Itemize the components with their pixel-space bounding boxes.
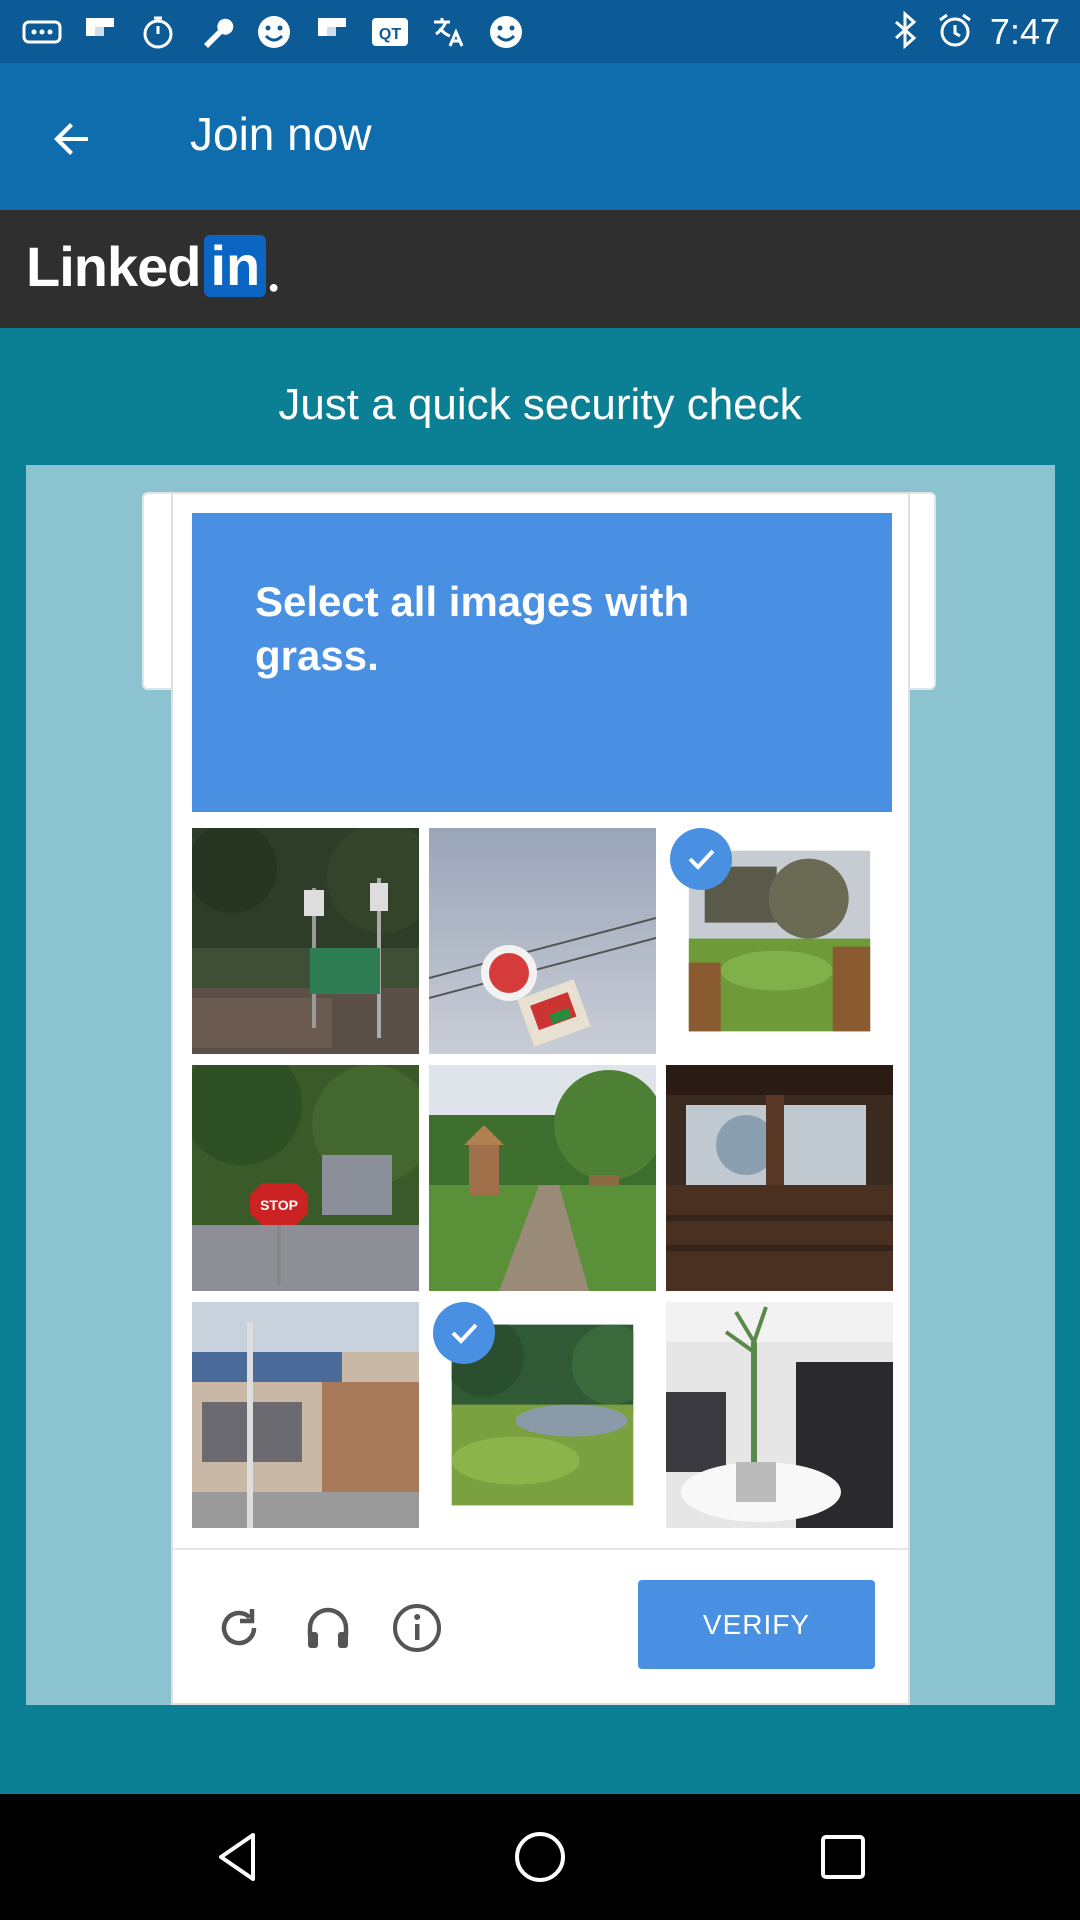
app-bar: Join now [0, 63, 1080, 210]
headphones-icon[interactable] [302, 1602, 354, 1654]
captcha-prompt: Select all images with grass. [192, 513, 892, 812]
image-tile-wooden-pavilion[interactable] [666, 1065, 893, 1291]
captcha-frame: Select all images with grass. STOP VERIF… [26, 465, 1055, 1705]
image-tile-playground-path[interactable] [429, 1065, 656, 1291]
svg-text:STOP: STOP [260, 1197, 298, 1213]
verify-button[interactable]: VERIFY [638, 1580, 875, 1669]
refresh-icon[interactable] [213, 1602, 265, 1654]
linkedin-header: Linked in ● [0, 210, 1080, 328]
image-grid: STOP [192, 828, 893, 1528]
content-area: Just a quick security check Select all i… [0, 328, 1080, 1794]
system-status: 7:47 [890, 10, 1060, 54]
qt-app-icon: QT [370, 12, 410, 52]
logo-box: in [204, 235, 267, 297]
alarm-icon [936, 11, 974, 54]
recents-square-icon[interactable] [808, 1822, 878, 1892]
clock: 7:47 [989, 11, 1060, 52]
linkedin-logo: Linked in ● [26, 234, 279, 298]
image-tile-banquet-hall[interactable] [666, 1302, 893, 1528]
image-tile-building-street[interactable] [192, 1302, 419, 1528]
flipboard-icon [80, 12, 120, 52]
status-bar: QT 7:47 [0, 0, 1080, 63]
smiley-icon [486, 12, 526, 52]
notification-icons: QT [22, 12, 526, 52]
wrench-icon [196, 12, 236, 52]
page-title: Join now [190, 108, 372, 160]
smiley-icon [254, 12, 294, 52]
translate-icon [428, 12, 468, 52]
home-circle-icon[interactable] [505, 1822, 575, 1892]
image-tile-trees-road-signs[interactable] [192, 828, 419, 1054]
prompt-text: Select all images with grass. [255, 578, 690, 679]
back-button[interactable] [36, 103, 108, 175]
check-icon [670, 828, 732, 890]
back-triangle-icon[interactable] [202, 1822, 272, 1892]
timer-icon [138, 12, 178, 52]
svg-text:QT: QT [379, 26, 401, 43]
captcha-challenge: Select all images with grass. STOP VERIF… [171, 492, 910, 1705]
image-tile-stop-sign-trees[interactable]: STOP [192, 1065, 419, 1291]
logo-registered-dot: ● [268, 277, 280, 297]
check-icon [433, 1302, 495, 1364]
info-icon[interactable] [391, 1602, 443, 1654]
captcha-toolbar: VERIFY [173, 1548, 908, 1705]
more-icon [22, 12, 62, 52]
arrow-back-icon [54, 123, 88, 155]
logo-word: Linked [26, 234, 201, 298]
bluetooth-icon [890, 10, 920, 54]
security-check-heading: Just a quick security check [278, 380, 802, 429]
flipboard-icon [312, 12, 352, 52]
system-nav-bar [0, 1794, 1080, 1920]
image-tile-store-sign[interactable] [429, 828, 656, 1054]
